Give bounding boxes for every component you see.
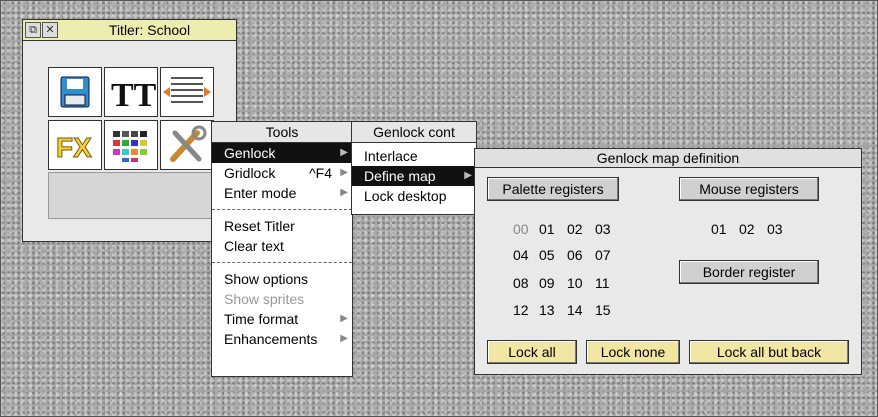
palette-register-00[interactable]: 00 [513, 221, 529, 237]
shortcut-label: ^F4 [309, 165, 332, 181]
mouse-register-02[interactable]: 02 [739, 221, 755, 237]
menu-item-genlock[interactable]: Genlock ▶ [212, 143, 352, 163]
menu-item-label: Gridlock [224, 165, 276, 181]
border-register-button[interactable]: Border register [679, 260, 819, 284]
submenu-arrow-icon: ▶ [340, 333, 348, 344]
menu-item-reset-titler[interactable]: Reset Titler [212, 216, 352, 236]
menu-item-label: Enhancements [224, 331, 318, 347]
genlock-submenu: Genlock cont Interlace Define map ▶ Lock… [351, 121, 477, 215]
submenu-arrow-icon: ▶ [464, 170, 472, 181]
palette-register-02[interactable]: 02 [567, 221, 583, 237]
menu-item-time-format[interactable]: Time format ▶ [212, 309, 352, 329]
palette-register-08[interactable]: 08 [513, 275, 529, 291]
palette-register-06[interactable]: 06 [567, 247, 583, 263]
dialog-title: Genlock map definition [475, 149, 861, 168]
mouse-register-01[interactable]: 01 [711, 221, 727, 237]
menu-item-label: Lock desktop [364, 188, 447, 204]
palette-register-14[interactable]: 14 [567, 302, 583, 318]
menu-item-interlace[interactable]: Interlace [352, 146, 476, 166]
titler-window: ⧉ ✕ Titler: School TT FX [22, 19, 237, 242]
titler-status-area [48, 172, 235, 219]
lock-all-button[interactable]: Lock all [487, 340, 577, 364]
menu-item-label: Time format [224, 311, 299, 327]
genlock-menu-title: Genlock cont [352, 122, 476, 143]
tools-icon[interactable] [160, 120, 214, 170]
mouse-registers-button[interactable]: Mouse registers [679, 177, 819, 201]
submenu-arrow-icon: ▶ [340, 313, 348, 324]
back-icon[interactable]: ⧉ [25, 22, 41, 38]
text-style-icon[interactable]: TT [104, 67, 158, 117]
lock-none-button[interactable]: Lock none [586, 340, 680, 364]
window-title: Titler: School [108, 22, 191, 38]
palette-register-05[interactable]: 05 [539, 247, 555, 263]
palette-register-04[interactable]: 04 [513, 247, 529, 263]
mouse-register-03[interactable]: 03 [767, 221, 783, 237]
titler-titlebar[interactable]: ⧉ ✕ Titler: School [23, 20, 236, 41]
menu-separator [212, 262, 352, 263]
floppy-disk-icon[interactable] [48, 67, 102, 117]
menu-separator [212, 209, 352, 210]
submenu-arrow-icon: ▶ [340, 187, 348, 198]
menu-item-label: Interlace [364, 148, 418, 164]
palette-register-10[interactable]: 10 [567, 275, 583, 291]
palette-register-03[interactable]: 03 [595, 221, 611, 237]
menu-item-show-sprites: Show sprites [212, 289, 352, 309]
lock-all-but-back-button[interactable]: Lock all but back [689, 340, 849, 364]
menu-item-label: Enter mode [224, 185, 297, 201]
palette-register-11[interactable]: 11 [595, 275, 610, 291]
palette-registers-button[interactable]: Palette registers [487, 177, 619, 201]
palette-register-12[interactable]: 12 [513, 302, 529, 318]
menu-item-label: Clear text [224, 238, 284, 254]
palette-register-15[interactable]: 15 [595, 302, 611, 318]
tool-label-fx: FX [56, 132, 92, 163]
palette-register-09[interactable]: 09 [539, 275, 555, 291]
menu-item-clear-text[interactable]: Clear text [212, 236, 352, 256]
menu-item-show-options[interactable]: Show options [212, 269, 352, 289]
close-icon[interactable]: ✕ [42, 22, 58, 38]
menu-item-label: Reset Titler [224, 218, 295, 234]
tool-label-tt: TT [111, 77, 157, 114]
submenu-arrow-icon: ▶ [340, 167, 348, 178]
menu-item-enter-mode[interactable]: Enter mode ▶ [212, 183, 352, 203]
tools-menu: Tools Genlock ▶ Gridlock ^F4 ▶ Enter mod… [211, 121, 353, 377]
genlock-map-dialog: Genlock map definition Palette registers… [474, 148, 862, 375]
palette-register-13[interactable]: 13 [539, 302, 555, 318]
menu-item-gridlock[interactable]: Gridlock ^F4 ▶ [212, 163, 352, 183]
menu-item-label: Genlock [224, 145, 276, 161]
fx-icon[interactable]: FX [48, 120, 102, 170]
menu-item-define-map[interactable]: Define map ▶ [352, 166, 476, 186]
page-layout-icon[interactable] [160, 67, 214, 117]
palette-register-01[interactable]: 01 [539, 221, 555, 237]
palette-register-07[interactable]: 07 [595, 247, 611, 263]
menu-item-label: Show options [224, 271, 309, 287]
menu-item-lock-desktop[interactable]: Lock desktop [352, 186, 476, 206]
menu-item-label: Define map [364, 168, 436, 184]
submenu-arrow-icon: ▶ [340, 147, 348, 158]
menu-item-enhancements[interactable]: Enhancements ▶ [212, 329, 352, 349]
menu-item-label: Show sprites [224, 291, 305, 307]
colour-grid-icon[interactable] [104, 120, 158, 170]
tools-menu-title: Tools [212, 122, 352, 143]
